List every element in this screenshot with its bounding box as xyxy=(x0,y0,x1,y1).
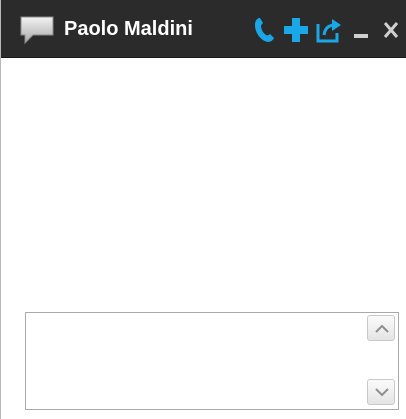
chat-bubble-icon xyxy=(19,15,55,45)
phone-icon[interactable] xyxy=(253,16,277,44)
scroll-down-button[interactable] xyxy=(367,379,395,405)
popout-icon[interactable] xyxy=(315,16,343,44)
chat-titlebar[interactable]: Paolo Maldini xyxy=(1,0,406,58)
message-composer xyxy=(25,312,399,410)
chevron-down-icon xyxy=(375,388,389,397)
chevron-up-icon xyxy=(375,324,389,333)
message-history xyxy=(2,58,406,304)
minimize-icon[interactable] xyxy=(353,27,371,38)
composer-scrollbar[interactable] xyxy=(362,313,398,409)
message-input[interactable] xyxy=(26,313,362,409)
close-icon[interactable] xyxy=(383,20,406,40)
contact-name: Paolo Maldini xyxy=(64,18,193,40)
scroll-up-button[interactable] xyxy=(367,315,395,341)
chat-window: Paolo Maldini xyxy=(0,0,406,419)
plus-icon[interactable] xyxy=(283,17,309,43)
